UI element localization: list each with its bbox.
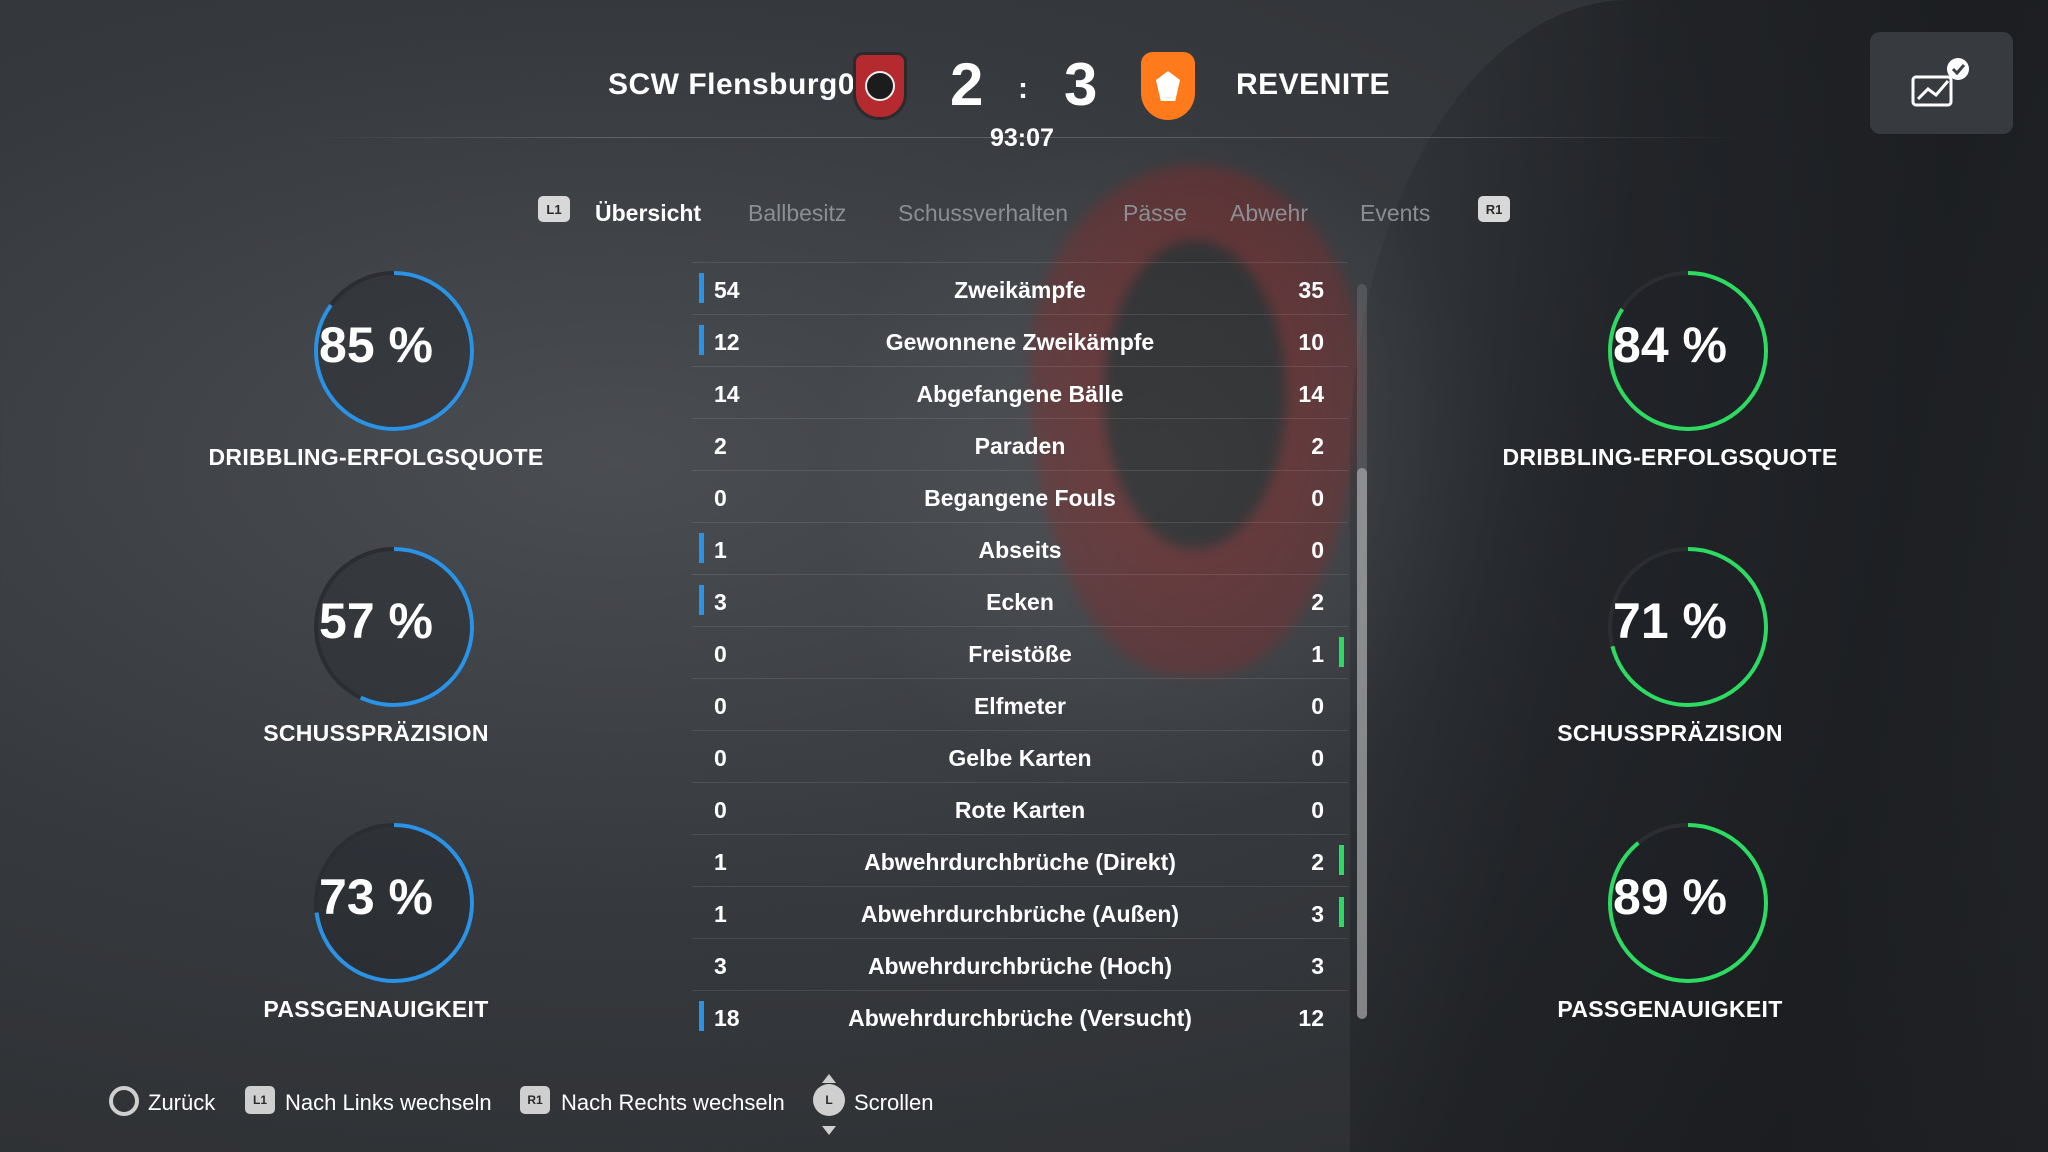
stat-row: 3 Ecken 2 [692,574,1348,626]
stat-row: 0 Begangene Fouls 0 [692,470,1348,522]
away-ring-value: 71 % [1613,593,1727,649]
away-ring-dribbling: 84 % DRIBBLING-ERFOLGSQUOTE [1490,268,1850,508]
stat-label: Abwehrdurchbrüche (Versucht) [848,1005,1192,1031]
away-ring-schuss: 71 % SCHUSSPRÄZISION [1490,544,1850,784]
away-ring-pass: 89 % PASSGENAUIGKEIT [1490,820,1850,1060]
r1-badge[interactable]: R1 [1478,196,1510,222]
away-ring-value: 84 % [1613,317,1727,373]
stats-view-button[interactable] [1870,32,2013,134]
switch-right-hint[interactable]: Nach Rechts wechseln [561,1090,785,1116]
back-hint[interactable]: Zurück [148,1090,215,1116]
stat-away-value: 2 [1311,589,1324,615]
stat-away-value: 1 [1311,641,1324,667]
stats-scrollbar-thumb[interactable] [1357,468,1367,1019]
stat-away-value: 2 [1311,433,1324,459]
stat-row: 0 Freistöße 1 [692,626,1348,678]
home-crest-icon [853,52,907,120]
stat-away-value: 12 [1298,1005,1324,1031]
switch-left-hint[interactable]: Nach Links wechseln [285,1090,492,1116]
tab-ballbesitz[interactable]: Ballbesitz [748,200,846,227]
away-crest-icon [1141,52,1195,120]
stat-row: 2 Paraden 2 [692,418,1348,470]
stat-label: Zweikämpfe [954,277,1086,303]
stat-label: Gelbe Karten [948,745,1092,771]
tab-schussverhalten[interactable]: Schussverhalten [898,200,1068,227]
circle-button-icon [109,1086,139,1116]
stat-row: 18 Abwehrdurchbrüche (Versucht) 12 [692,990,1348,1042]
home-ring-label: SCHUSSPRÄZISION [263,720,489,746]
stat-label: Rote Karten [954,797,1086,823]
stat-away-value: 3 [1311,953,1324,979]
away-ring-label: SCHUSSPRÄZISION [1557,720,1783,746]
stat-row: 1 Abwehrdurchbrüche (Direkt) 2 [692,834,1348,886]
stat-row: 3 Abwehrdurchbrüche (Hoch) 3 [692,938,1348,990]
stat-away-value: 0 [1311,485,1324,511]
away-team-name: REVENITE [1236,68,1391,101]
home-ring-schuss: 57 % SCHUSSPRÄZISION [196,544,556,784]
stat-label: Abwehrdurchbrüche (Direkt) [864,849,1176,875]
stat-row: 0 Elfmeter 0 [692,678,1348,730]
home-ring-value: 85 % [319,317,433,373]
stat-away-value: 35 [1298,277,1324,303]
home-ring-dribbling: 85 % DRIBBLING-ERFOLGSQUOTE [196,268,556,508]
stats-chart-check-icon [1911,58,1969,107]
stat-label: Ecken [986,589,1054,615]
r1-button-icon: R1 [520,1086,550,1114]
stat-away-value: 0 [1311,693,1324,719]
home-team-name: SCW Flensburg08 [608,68,873,101]
stat-away-value: 2 [1311,849,1324,875]
home-ring-label: DRIBBLING-ERFOLGSQUOTE [208,444,544,470]
away-score: 3 [1064,51,1098,118]
home-ring-pass: 73 % PASSGENAUIGKEIT [196,820,556,1060]
stat-away-value: 0 [1311,797,1324,823]
stat-label: Begangene Fouls [924,485,1116,511]
stat-label: Abseits [978,537,1062,563]
tab-abwehr[interactable]: Abwehr [1230,200,1308,227]
away-ring-value: 89 % [1613,869,1727,925]
scroll-up-arrow-icon [822,1074,836,1083]
tab-paesse[interactable]: Pässe [1123,200,1187,227]
stat-row: 1 Abseits 0 [692,522,1348,574]
left-stick-icon: L [813,1084,845,1116]
match-clock: 93:07 [990,124,1054,152]
away-ring-label: PASSGENAUIGKEIT [1557,996,1783,1022]
stat-label: Gewonnene Zweikämpfe [885,329,1155,355]
stat-row: 54 Zweikämpfe 35 [692,262,1348,314]
score-separator: : [1018,72,1028,105]
tab-uebersicht[interactable]: Übersicht [595,200,701,227]
button-hints: Zurück L1 Nach Links wechseln R1 Nach Re… [0,1074,2048,1135]
stats-table[interactable]: 54 Zweikämpfe 35 12 Gewonnene Zweikämpfe 10 … [692,262,1348,1042]
stat-label: Abgefangene Bälle [916,381,1124,407]
stat-away-value: 0 [1311,745,1324,771]
home-ring-label: PASSGENAUIGKEIT [263,996,489,1022]
stat-away-value: 10 [1298,329,1324,355]
stat-row: 0 Rote Karten 0 [692,782,1348,834]
stat-away-value: 14 [1298,381,1324,407]
away-ring-label: DRIBBLING-ERFOLGSQUOTE [1502,444,1838,470]
scroll-hint[interactable]: Scrollen [854,1090,933,1116]
l1-button-icon: L1 [245,1086,275,1114]
l1-badge[interactable]: L1 [538,196,570,222]
stat-label: Abwehrdurchbrüche (Hoch) [867,953,1173,979]
stat-row: 1 Abwehrdurchbrüche (Außen) 3 [692,886,1348,938]
header-divider [300,137,1750,138]
tab-bar: L1 Übersicht Ballbesitz Schussverhalten … [0,196,2048,236]
stat-away-value: 3 [1311,901,1324,927]
stat-label: Freistöße [968,641,1072,667]
stat-label: Abwehrdurchbrüche (Außen) [860,901,1180,927]
home-ring-value: 57 % [319,593,433,649]
tab-events[interactable]: Events [1360,200,1430,227]
stat-label: Paraden [974,433,1066,459]
home-score: 2 [950,51,984,118]
stat-label: Elfmeter [973,693,1067,719]
home-ring-value: 73 % [319,869,433,925]
stat-away-value: 0 [1311,537,1324,563]
stat-row: 14 Abgefangene Bälle 14 [692,366,1348,418]
stat-row: 0 Gelbe Karten 0 [692,730,1348,782]
stat-row: 12 Gewonnene Zweikämpfe 10 [692,314,1348,366]
scroll-down-arrow-icon [822,1126,836,1135]
